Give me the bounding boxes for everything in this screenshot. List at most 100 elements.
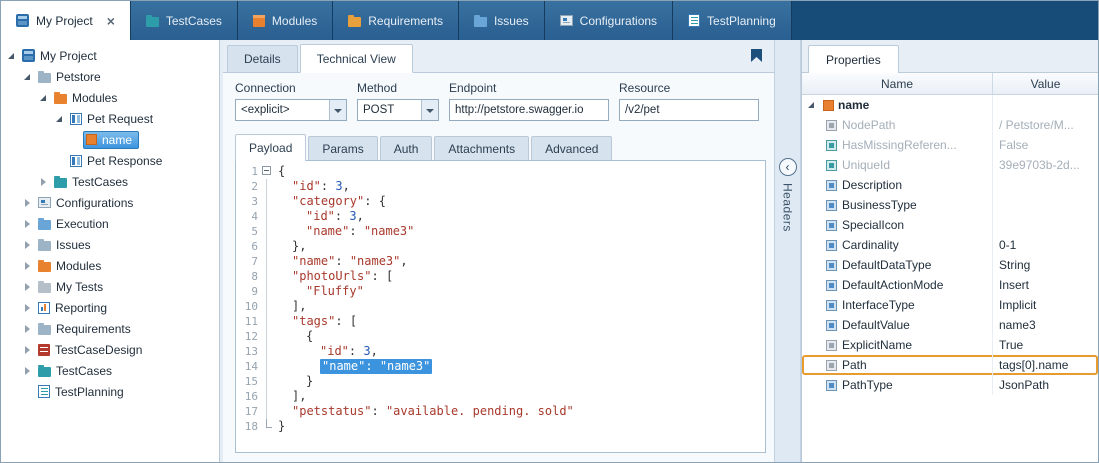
property-row-hasmissingreferen[interactable]: HasMissingReferen...False	[802, 135, 1098, 155]
property-row-cardinality[interactable]: Cardinality0-1	[802, 235, 1098, 255]
tree-collapsed-arrow-icon[interactable]	[21, 197, 33, 209]
top-tab-modules[interactable]: Modules	[238, 1, 333, 40]
code-line[interactable]: "name": "name3"	[278, 224, 761, 239]
code-lines[interactable]: {"id": 3,"category": {"id": 3,"name": "n…	[274, 161, 765, 452]
tab-payload[interactable]: Payload	[235, 134, 306, 161]
tab-technical-view[interactable]: Technical View	[300, 44, 413, 73]
code-line[interactable]: "Fluffy"	[278, 284, 761, 299]
tab-advanced[interactable]: Advanced	[531, 136, 612, 161]
property-row-defaultdatatype[interactable]: DefaultDataTypeString	[802, 255, 1098, 275]
code-line[interactable]: {	[278, 329, 761, 344]
code-line[interactable]: "tags": [	[278, 314, 761, 329]
tree-expanded-arrow-icon[interactable]	[53, 113, 65, 125]
top-tab-my-project[interactable]: My Project×	[1, 1, 131, 40]
tree-expanded-arrow-icon[interactable]	[37, 92, 49, 104]
top-tab-testcases[interactable]: TestCases	[131, 1, 238, 40]
code-line[interactable]: "id": 3,	[278, 179, 761, 194]
code-line[interactable]: "name": "name3",	[278, 254, 761, 269]
code-line[interactable]: }	[278, 374, 761, 389]
tab-details[interactable]: Details	[227, 45, 298, 72]
tree-collapsed-arrow-icon[interactable]	[37, 176, 49, 188]
fold-collapse-icon[interactable]	[262, 166, 271, 175]
tree-item-requirements[interactable]: Requirements	[1, 318, 219, 339]
tree-collapsed-arrow-icon[interactable]	[21, 365, 33, 377]
column-header-value[interactable]: Value	[993, 73, 1098, 94]
tree-item-label: Execution	[56, 217, 109, 231]
tree-item-pet-response[interactable]: Pet Response	[1, 150, 219, 171]
tree-item-testcasedesign[interactable]: TestCaseDesign	[1, 339, 219, 360]
tree-item-execution[interactable]: Execution	[1, 213, 219, 234]
tree-expanded-arrow-icon[interactable]	[21, 71, 33, 83]
tree-item-testplanning[interactable]: TestPlanning	[1, 381, 219, 402]
property-row-nodepath[interactable]: NodePath/ Petstore/M...	[802, 115, 1098, 135]
property-row-specialicon[interactable]: SpecialIcon	[802, 215, 1098, 235]
tree-item-my-project[interactable]: My Project	[1, 45, 219, 66]
code-line[interactable]: "petstatus": "available. pending. sold"	[278, 404, 761, 419]
endpoint-input[interactable]: http://petstore.swagger.io	[449, 99, 609, 121]
top-tab-requirements[interactable]: Requirements	[333, 1, 459, 40]
method-dropdown[interactable]: POST	[357, 99, 439, 121]
tree-item-petstore[interactable]: Petstore	[1, 66, 219, 87]
tree-item-issues[interactable]: Issues	[1, 234, 219, 255]
attribute-icon	[86, 134, 97, 145]
property-row-uniqueid[interactable]: UniqueId39e9703b-2d...	[802, 155, 1098, 175]
testcasedesign-icon	[38, 344, 50, 356]
tree-collapsed-arrow-icon[interactable]	[21, 281, 33, 293]
resource-input[interactable]: /v2/pet	[619, 99, 759, 121]
headers-collapsed-panel[interactable]: ‹ Headers	[774, 40, 801, 462]
tree-collapsed-arrow-icon[interactable]	[21, 218, 33, 230]
property-row-defaultvalue[interactable]: DefaultValuename3	[802, 315, 1098, 335]
tree-expanded-arrow-icon[interactable]	[5, 50, 17, 62]
tree-item-pet-request[interactable]: Pet Request	[1, 108, 219, 129]
tab-auth[interactable]: Auth	[380, 136, 433, 161]
property-row-path[interactable]: Pathtags[0].name	[802, 355, 1098, 375]
property-row-defaultactionmode[interactable]: DefaultActionModeInsert	[802, 275, 1098, 295]
tab-properties[interactable]: Properties	[808, 45, 899, 73]
code-line[interactable]: "photoUrls": [	[278, 269, 761, 284]
tree-item-reporting[interactable]: Reporting	[1, 297, 219, 318]
property-row-description[interactable]: Description	[802, 175, 1098, 195]
code-line[interactable]: }	[278, 419, 761, 434]
property-value	[993, 195, 1098, 215]
code-line[interactable]: "category": {	[278, 194, 761, 209]
tree-collapsed-arrow-icon[interactable]	[21, 344, 33, 356]
connection-dropdown[interactable]: <explicit>	[235, 99, 347, 121]
property-row-pathtype[interactable]: PathTypeJsonPath	[802, 375, 1098, 395]
top-tab-testplanning[interactable]: TestPlanning	[673, 1, 792, 40]
column-header-name[interactable]: Name	[802, 73, 993, 94]
headers-panel-label[interactable]: Headers	[781, 183, 795, 232]
property-root-row[interactable]: name	[802, 95, 1098, 115]
property-row-businesstype[interactable]: BusinessType	[802, 195, 1098, 215]
code-line[interactable]: "id": 3,	[278, 209, 761, 224]
expand-panel-button[interactable]: ‹	[779, 158, 797, 176]
code-line[interactable]: ],	[278, 389, 761, 404]
property-row-interfacetype[interactable]: InterfaceTypeImplicit	[802, 295, 1098, 315]
tree-expanded-arrow-icon[interactable]	[805, 99, 817, 111]
tree-collapsed-arrow-icon[interactable]	[21, 302, 33, 314]
tree-item-name[interactable]: name	[1, 129, 219, 150]
tree-collapsed-arrow-icon[interactable]	[21, 260, 33, 272]
tab-params[interactable]: Params	[308, 136, 377, 161]
code-line[interactable]: "id": 3,	[278, 344, 761, 359]
json-editor[interactable]: 123456789101112131415161718 {"id": 3,"ca…	[235, 160, 766, 453]
tree-item-inner: Reporting	[35, 299, 114, 317]
code-line[interactable]: {	[278, 164, 761, 179]
tree-collapsed-arrow-icon[interactable]	[21, 239, 33, 251]
tree-collapsed-arrow-icon[interactable]	[21, 323, 33, 335]
tree-item-modules[interactable]: Modules	[1, 255, 219, 276]
pin-icon[interactable]	[751, 49, 762, 62]
tree-item-testcases[interactable]: TestCases	[1, 360, 219, 381]
top-tab-issues[interactable]: Issues	[459, 1, 545, 40]
tree-item-configurations[interactable]: Configurations	[1, 192, 219, 213]
tab-close-icon[interactable]: ×	[107, 14, 115, 28]
tree-item-testcases[interactable]: TestCases	[1, 171, 219, 192]
code-line[interactable]: "name": "name3"	[278, 359, 761, 374]
top-tab-configurations[interactable]: Configurations	[545, 1, 673, 40]
property-row-explicitname[interactable]: ExplicitNameTrue	[802, 335, 1098, 355]
code-line[interactable]: ],	[278, 299, 761, 314]
code-line[interactable]: },	[278, 239, 761, 254]
tab-attachments[interactable]: Attachments	[434, 136, 529, 161]
property-value: Implicit	[993, 295, 1098, 315]
tree-item-my-tests[interactable]: My Tests	[1, 276, 219, 297]
tree-item-modules[interactable]: Modules	[1, 87, 219, 108]
